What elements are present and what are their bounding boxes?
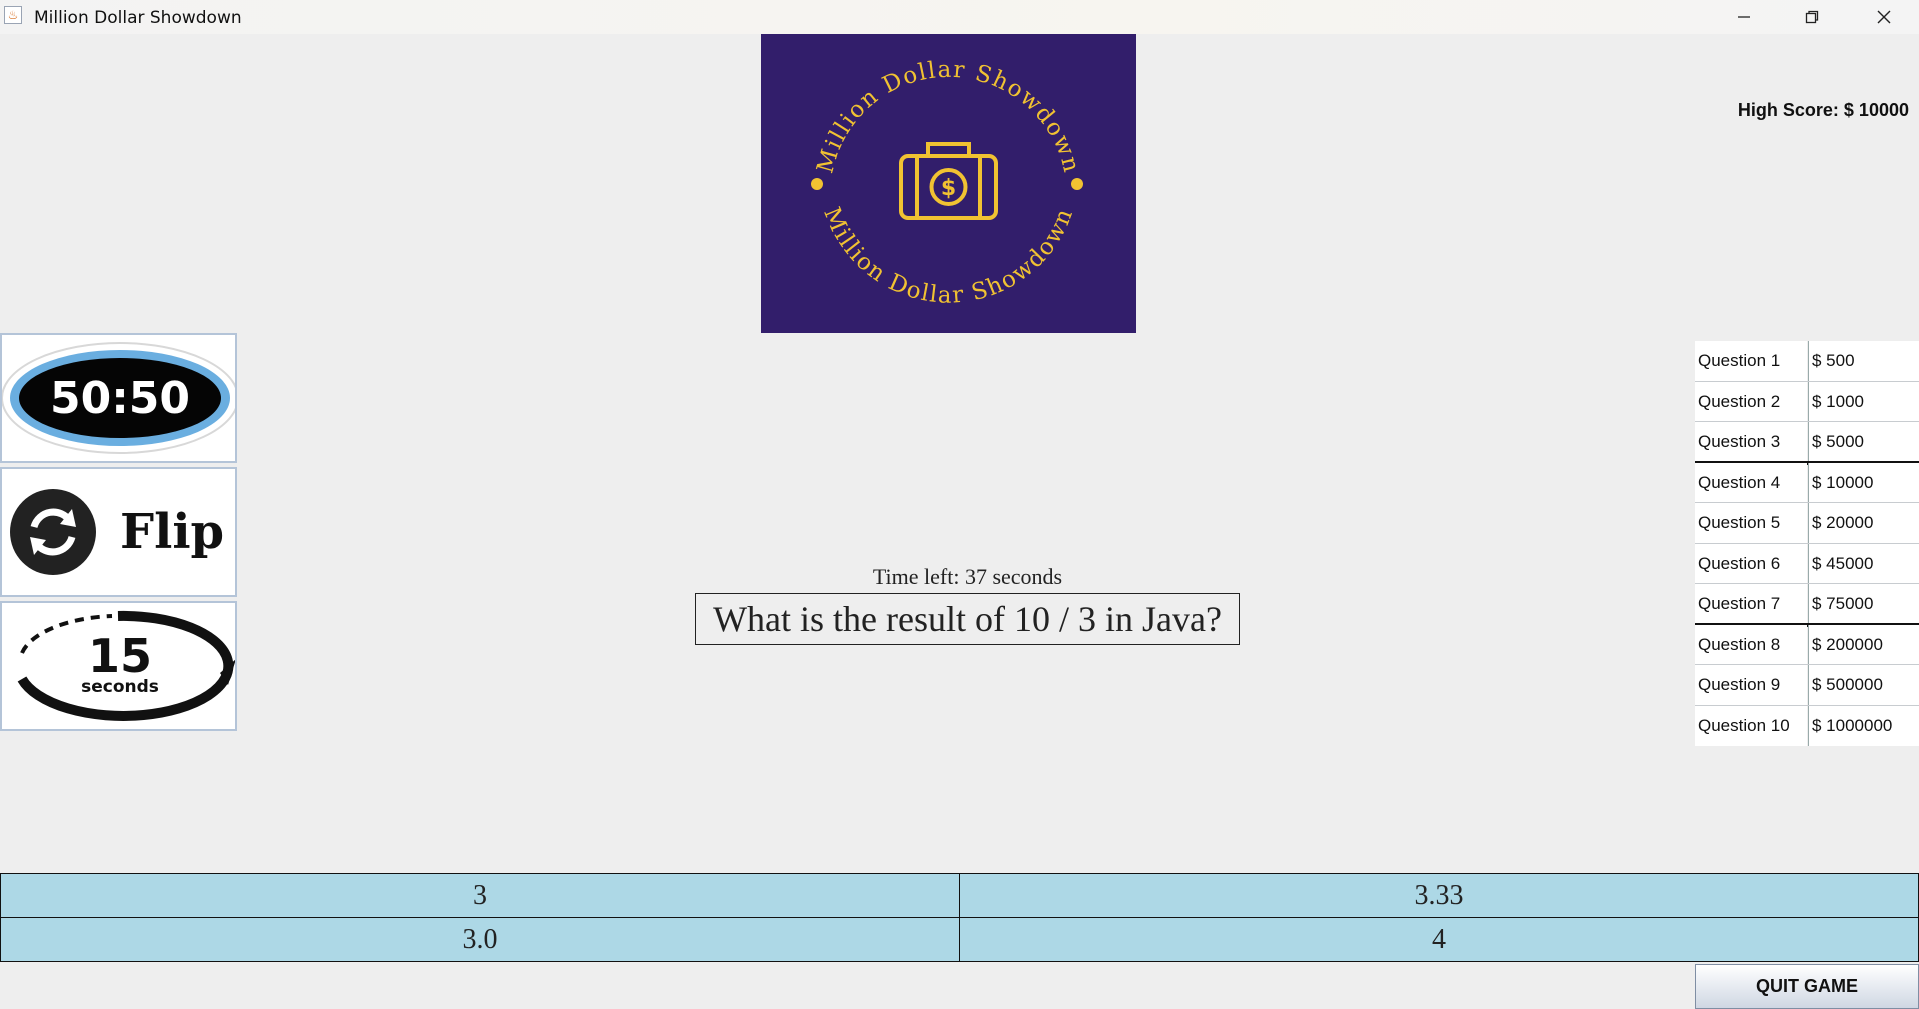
- ladder-prize: $ 10000: [1808, 462, 1919, 503]
- ladder-prize: $ 45000: [1808, 543, 1919, 584]
- ladder-prize: $ 20000: [1808, 503, 1919, 544]
- restore-icon: [1805, 10, 1819, 24]
- answer-button-b[interactable]: 3.33: [959, 873, 1919, 918]
- logo-top-text: Million Dollar Showdown: [812, 57, 1084, 176]
- ladder-row: Question 10 $ 1000000: [1695, 705, 1919, 746]
- ladder-row: Question 1 $ 500: [1695, 341, 1919, 382]
- ladder-question: Question 4: [1695, 462, 1807, 503]
- ladder-question: Question 8: [1695, 624, 1807, 665]
- lifeline-fifteen-seconds-button[interactable]: 15 seconds: [0, 601, 237, 731]
- ladder-question: Question 3: [1695, 422, 1807, 463]
- ladder-row: Question 8 $ 200000: [1695, 624, 1919, 665]
- answer-button-a[interactable]: 3: [0, 873, 960, 918]
- ladder-row: Question 5 $ 20000: [1695, 503, 1919, 544]
- ladder-question: Question 1: [1695, 341, 1807, 382]
- ladder-prize: $ 75000: [1808, 584, 1919, 625]
- answers-grid: 3 3.33 3.0 4: [0, 873, 1919, 963]
- ladder-row: Question 6 $ 45000: [1695, 543, 1919, 584]
- fifty-fifty-icon: 50:50: [2, 342, 235, 454]
- prize-ladder: Question 1 $ 500 Question 2 $ 1000 Questio…: [1695, 341, 1919, 746]
- flip-label: Flip: [120, 504, 224, 560]
- window-title: Million Dollar Showdown: [34, 8, 242, 28]
- question-text: What is the result of 10 / 3 in Java?: [695, 593, 1240, 645]
- close-icon: [1877, 10, 1891, 24]
- minimize-button[interactable]: [1710, 0, 1778, 34]
- timer-15-seconds-icon: 15 seconds: [17, 610, 235, 721]
- ladder-question: Question 9: [1695, 665, 1807, 706]
- ladder-question: Question 10: [1695, 705, 1807, 746]
- answer-button-d[interactable]: 4: [959, 917, 1919, 962]
- quit-game-button[interactable]: QUIT GAME: [1695, 964, 1919, 1009]
- ladder-prize: $ 1000: [1808, 381, 1919, 422]
- window-titlebar: ♨ Million Dollar Showdown: [0, 0, 1919, 34]
- restore-button[interactable]: [1778, 0, 1846, 34]
- ladder-question: Question 7: [1695, 584, 1807, 625]
- time-left-label: Time left: 37 seconds: [872, 564, 1063, 589]
- ladder-question: Question 5: [1695, 503, 1807, 544]
- fifty-fifty-label: 50:50: [50, 373, 190, 424]
- ladder-prize: $ 500: [1808, 341, 1919, 382]
- ladder-prize: $ 200000: [1808, 624, 1919, 665]
- seconds-label: seconds: [81, 677, 159, 697]
- ladder-prize: $ 5000: [1808, 422, 1919, 463]
- high-score: High Score: $ 10000: [1737, 100, 1909, 120]
- ladder-question: Question 2: [1695, 381, 1807, 422]
- flip-icon: Flip: [10, 489, 224, 575]
- logo-graphic: Million Dollar Showdown Million Dollar S…: [811, 57, 1084, 309]
- close-button[interactable]: [1850, 0, 1918, 34]
- ladder-question: Question 6: [1695, 543, 1807, 584]
- answer-button-c[interactable]: 3.0: [0, 917, 960, 962]
- game-logo: Million Dollar Showdown Million Dollar S…: [761, 34, 1136, 333]
- fifteen-label: 15: [88, 629, 152, 683]
- ladder-prize: $ 1000000: [1808, 705, 1919, 746]
- ladder-row: Question 4 $ 10000: [1695, 462, 1919, 503]
- ladder-row: Question 9 $ 500000: [1695, 665, 1919, 706]
- lifeline-fifty-fifty-button[interactable]: 50:50: [0, 333, 237, 463]
- ladder-row: Question 7 $ 75000: [1695, 584, 1919, 627]
- ladder-row: Question 2 $ 1000: [1695, 381, 1919, 422]
- minimize-icon: [1738, 16, 1750, 18]
- ladder-row: Question 3 $ 5000: [1695, 422, 1919, 465]
- lifeline-flip-button[interactable]: Flip: [0, 467, 237, 597]
- ladder-prize: $ 500000: [1808, 665, 1919, 706]
- java-app-icon: ♨: [4, 6, 22, 24]
- svg-text:$: $: [941, 176, 956, 201]
